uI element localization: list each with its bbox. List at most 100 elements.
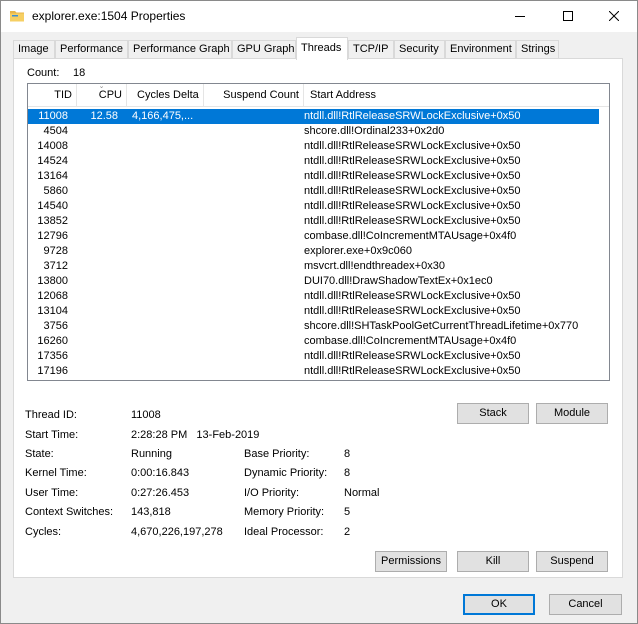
maximize-button[interactable] [545,1,590,31]
table-row[interactable]: 3756 shcore.dll!SHTaskPoolGetCurrentThrea… [28,319,599,334]
close-button[interactable] [591,1,636,31]
cell-start-address: ntdll.dll!RtlReleaseSRWLockExclusive+0x5… [304,185,521,197]
cell-cpu [72,199,118,214]
thread-count: Count: 18 [27,67,85,79]
table-row[interactable]: 17356 ntdll.dll!RtlReleaseSRWLockExclusiv… [28,349,599,364]
cell-tid: 16260 [37,335,68,347]
column-start-address[interactable]: Start Address [304,84,609,107]
threads-list[interactable]: TID ⌄ CPU Cycles Delta Suspend Count Sta… [27,83,610,381]
cell-suspend-count [202,139,302,154]
suspend-button[interactable]: Suspend [536,551,608,572]
cell-cycles-delta [132,274,198,289]
module-button[interactable]: Module [536,403,608,424]
kill-button[interactable]: Kill [457,551,529,572]
stack-button-label: Stack [479,407,507,419]
dynamic-priority-label: Dynamic Priority: [244,467,328,479]
permissions-button[interactable]: Permissions [375,551,447,572]
column-tid-label: TID [54,89,72,101]
title-bar[interactable]: explorer.exe:1504 Properties [1,1,637,32]
cell-cycles-delta [132,184,198,199]
cell-suspend-count [202,259,302,274]
cell-tid: 12068 [37,290,68,302]
state-value: Running [131,448,172,460]
column-suspend-count[interactable]: Suspend Count [204,84,304,107]
cell-tid: 11008 [38,110,68,122]
cell-tid: 5860 [43,185,68,197]
ideal-processor-label: Ideal Processor: [244,526,324,538]
tab-performance[interactable]: Performance [55,40,128,59]
table-row[interactable]: 14540 ntdll.dll!RtlReleaseSRWLockExclusiv… [28,199,599,214]
stack-button[interactable]: Stack [457,403,529,424]
cell-suspend-count [202,319,302,334]
cell-cpu: 12.58 [90,110,118,122]
column-tid[interactable]: TID [28,84,77,107]
thread-id-label: Thread ID: [25,409,77,421]
table-row[interactable]: 13164 ntdll.dll!RtlReleaseSRWLockExclusiv… [28,169,599,184]
memory-priority-label: Memory Priority: [244,506,325,518]
base-priority-label: Base Priority: [244,448,310,460]
context-switches-label: Context Switches: [25,506,114,518]
kernel-time-label: Kernel Time: [25,467,87,479]
table-row[interactable]: 13852 ntdll.dll!RtlReleaseSRWLockExclusiv… [28,214,599,229]
tab-threads[interactable]: Threads [296,37,348,60]
table-row[interactable]: 4504 shcore.dll!Ordinal233+0x2d0 [28,124,599,139]
table-row[interactable]: 5860 ntdll.dll!RtlReleaseSRWLockExclusive… [28,184,599,199]
table-row[interactable]: 14008 ntdll.dll!RtlReleaseSRWLockExclusiv… [28,139,599,154]
cell-tid: 13164 [37,170,68,182]
cell-tid: 3712 [43,260,68,272]
cell-start-address: ntdll.dll!RtlReleaseSRWLockExclusive+0x5… [304,290,521,302]
table-row[interactable]: 11008 12.58 4,166,475,... ntdll.dll!RtlRele… [28,109,599,124]
folder-icon [9,8,25,24]
cell-cpu [72,304,118,319]
cell-cycles-delta [132,319,198,334]
suspend-button-label: Suspend [550,555,594,567]
permissions-button-label: Permissions [381,555,441,567]
kill-button-label: Kill [485,555,501,567]
cell-start-address: ntdll.dll!RtlReleaseSRWLockExclusive+0x5… [304,170,521,182]
ok-button[interactable]: OK [463,594,535,615]
cell-tid: 17356 [37,350,68,362]
state-label: State: [25,448,54,460]
cell-start-address: combase.dll!CoIncrementMTAUsage+0x4f0 [304,335,517,347]
table-row[interactable]: 13800 DUI70.dll!DrawShadowTextEx+0x1ec0 [28,274,599,289]
column-cycles-delta[interactable]: Cycles Delta [127,84,204,107]
tab-performance-graph[interactable]: Performance Graph [128,40,232,59]
cell-start-address: msvcrt.dll!endthreadex+0x30 [304,260,445,272]
table-row[interactable]: 12796 combase.dll!CoIncrementMTAUsage+0x4… [28,229,599,244]
cell-cycles-delta [132,124,198,139]
cell-cpu [72,349,118,364]
table-row[interactable]: 3712 msvcrt.dll!endthreadex+0x30 [28,259,599,274]
cell-cpu [72,124,118,139]
table-row[interactable]: 17196 ntdll.dll!RtlReleaseSRWLockExclusiv… [28,364,599,379]
tab-gpu-graph[interactable]: GPU Graph [232,40,296,59]
tab-tcpip[interactable]: TCP/IP [348,40,394,59]
tab-security[interactable]: Security [394,40,445,59]
cell-suspend-count [202,169,302,184]
cell-cpu [72,319,118,334]
cancel-button[interactable]: Cancel [549,594,622,615]
thread-count-label: Count: [27,67,60,79]
tab-image[interactable]: Image [13,40,55,59]
cell-suspend-count [202,229,302,244]
cell-cpu [72,229,118,244]
module-button-label: Module [553,407,591,419]
table-row[interactable]: 9728 explorer.exe+0x9c060 [28,244,599,259]
threads-panel: Count: 18 TID ⌄ CPU Cycles Delta Suspend… [13,58,623,578]
minimize-button[interactable] [497,1,542,31]
tab-environment[interactable]: Environment [445,40,516,59]
tab-strings[interactable]: Strings [516,40,559,59]
table-row[interactable]: 13104 ntdll.dll!RtlReleaseSRWLockExclusiv… [28,304,599,319]
io-priority-value: Normal [344,487,380,499]
table-row[interactable]: 12068 ntdll.dll!RtlReleaseSRWLockExclusiv… [28,289,599,304]
table-row[interactable]: 14524 ntdll.dll!RtlReleaseSRWLockExclusiv… [28,154,599,169]
ok-button-label: OK [491,598,507,610]
cell-start-address: ntdll.dll!RtlReleaseSRWLockExclusive+0x5… [304,365,521,377]
table-row[interactable]: 16260 combase.dll!CoIncrementMTAUsage+0x4… [28,334,599,349]
column-cpu[interactable]: ⌄ CPU [77,84,127,107]
cell-suspend-count [202,199,302,214]
cell-tid: 3756 [43,320,68,332]
memory-priority-value: 5 [344,506,351,518]
cell-cpu [72,154,118,169]
cell-start-address: combase.dll!CoIncrementMTAUsage+0x4f0 [304,230,517,242]
cell-tid: 9728 [43,245,68,257]
